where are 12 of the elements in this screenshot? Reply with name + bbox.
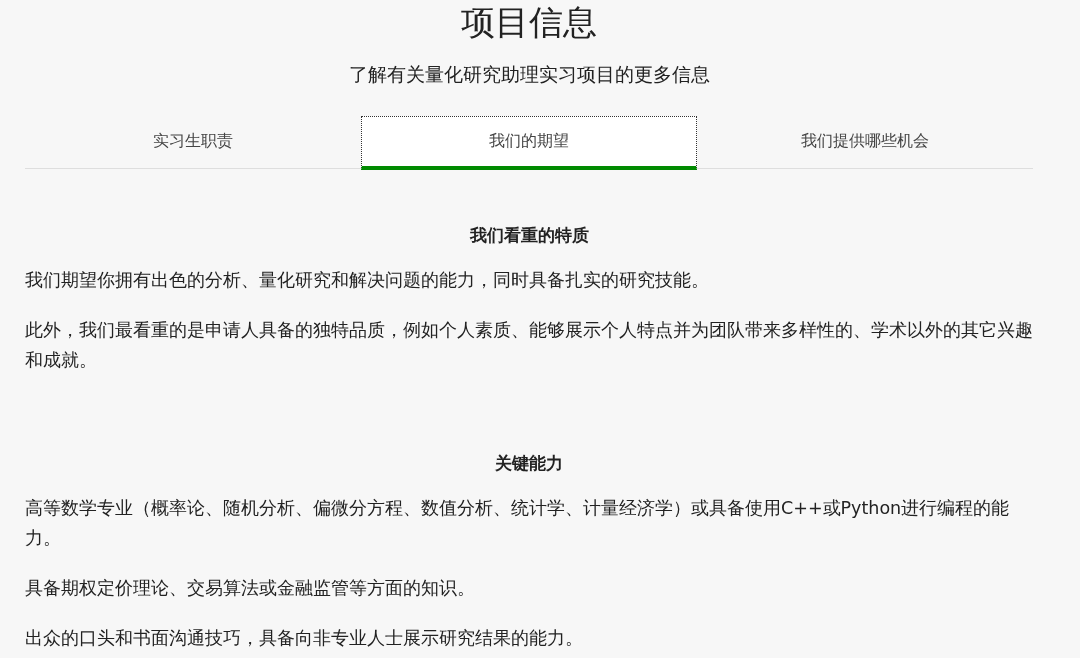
paragraph: 此外，我们最看重的是申请人具备的独特品质，例如个人素质、能够展示个人特点并为团队带来多样性的、学术以外的其它兴趣和成就。 [25, 319, 1033, 372]
section-heading: 我们看重的特质 [468, 224, 590, 247]
tab[interactable]: 实习生职责 [25, 116, 361, 170]
tab[interactable]: 我们的期望 [361, 116, 697, 170]
tab[interactable]: 我们提供哪些机会 [697, 116, 1033, 170]
page-title: 项目信息 [460, 2, 598, 42]
paragraph: 具备期权定价理论、交易算法或金融监管等方面的知识。 [25, 577, 476, 600]
paragraph: 出众的口头和书面沟通技巧，具备向非专业人士展示研究结果的能力。 [25, 627, 584, 650]
page-subtitle: 了解有关量化研究助理实习项目的更多信息 [348, 62, 710, 87]
paragraph: 高等数学专业（概率论、随机分析、偏微分方程、数值分析、统计学、计量经济学）或具备使用C++或Python进行编程的能力。 [25, 497, 1011, 550]
paragraph: 我们期望你拥有出色的分析、量化研究和解决问题的能力，同时具备扎实的研究技能。 [25, 269, 710, 292]
section-heading: 关键能力 [494, 452, 564, 475]
